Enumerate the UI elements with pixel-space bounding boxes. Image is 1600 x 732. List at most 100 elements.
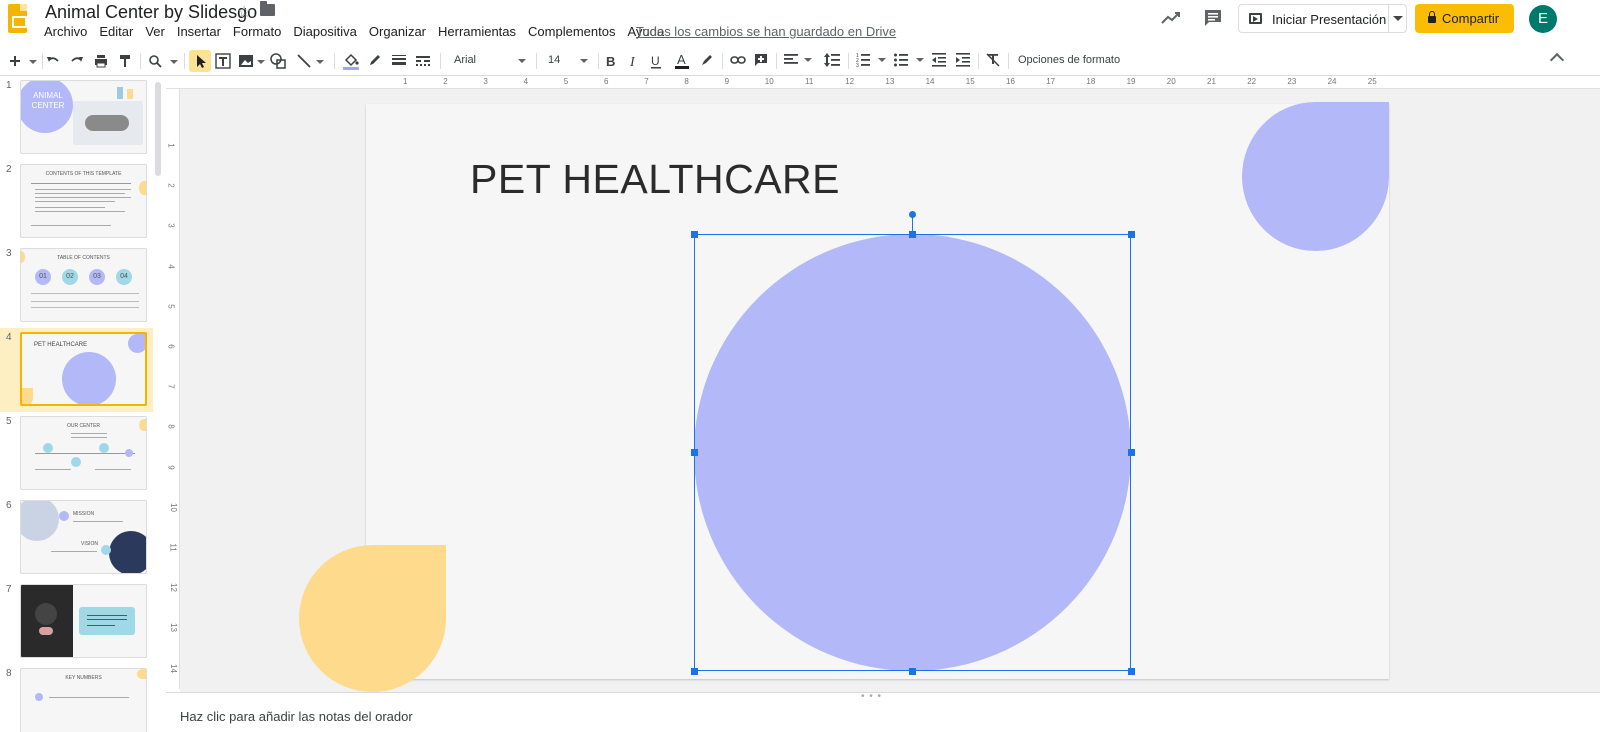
- menu-diapositiva[interactable]: Diapositiva: [293, 24, 357, 39]
- save-status-link[interactable]: Todos los cambios se han guardado en Dri…: [636, 24, 896, 39]
- highlight-icon[interactable]: [700, 53, 714, 67]
- present-dropdown-button[interactable]: [1388, 5, 1406, 32]
- redo-icon[interactable]: [70, 54, 84, 68]
- folder-icon[interactable]: [260, 1, 275, 16]
- slide-editor[interactable]: PET HEALTHCARE: [299, 102, 1389, 692]
- undo-icon[interactable]: [46, 54, 60, 68]
- yellow-drop-shape[interactable]: [299, 545, 446, 692]
- increase-indent-icon[interactable]: [956, 53, 970, 67]
- avatar[interactable]: E: [1529, 5, 1557, 33]
- speaker-notes-panel[interactable]: • • • Haz clic para añadir las notas del…: [166, 691, 1600, 732]
- rotate-handle[interactable]: [909, 211, 916, 218]
- speaker-notes-placeholder[interactable]: Haz clic para añadir las notas del orado…: [180, 709, 413, 724]
- print-icon[interactable]: [94, 54, 108, 68]
- svg-text:3: 3: [856, 63, 859, 67]
- menu-formato[interactable]: Formato: [233, 24, 281, 39]
- bold-icon[interactable]: B: [605, 54, 617, 68]
- thumbnail-title: PET HEALTHCARE: [34, 342, 88, 348]
- font-size-select[interactable]: 14: [540, 51, 592, 71]
- vertical-ruler[interactable]: 1 2 3 4 5 6 7 8 9 10 11 12 13 14: [166, 89, 180, 689]
- format-options-button[interactable]: Opciones de formato: [1018, 54, 1120, 66]
- share-button[interactable]: Compartir: [1415, 4, 1514, 33]
- menu-herramientas[interactable]: Herramientas: [438, 24, 516, 39]
- resize-handle-ne[interactable]: [1128, 231, 1135, 238]
- shape-icon[interactable]: [270, 53, 286, 69]
- comment-icon[interactable]: [1203, 9, 1223, 27]
- svg-text:B: B: [606, 54, 615, 68]
- resize-handle-nw[interactable]: [691, 231, 698, 238]
- border-dash-icon[interactable]: [416, 54, 430, 66]
- document-title[interactable]: Animal Center by Slidesgo: [45, 2, 257, 23]
- present-button[interactable]: Iniciar Presentación: [1238, 4, 1407, 33]
- notes-resize-handle[interactable]: • • •: [861, 691, 882, 702]
- menu-insertar[interactable]: Insertar: [177, 24, 221, 39]
- svg-text:U: U: [651, 54, 660, 68]
- line-spacing-icon[interactable]: [824, 53, 840, 67]
- ruler-tick-label: 24: [1327, 77, 1337, 86]
- toolbar-divider: [536, 53, 537, 69]
- slide-thumbnail-8[interactable]: 8 KEY NUMBERS: [0, 664, 153, 732]
- menu-ver[interactable]: Ver: [145, 24, 165, 39]
- slides-logo-icon[interactable]: [8, 4, 27, 33]
- menu-complementos[interactable]: Complementos: [528, 24, 615, 39]
- thumbnail-preview: CONTENTS OF THIS TEMPLATE: [20, 164, 147, 238]
- font-family-select[interactable]: Arial: [446, 51, 532, 71]
- slide-number: 2: [6, 164, 12, 175]
- new-slide-icon[interactable]: [8, 54, 38, 68]
- bulleted-list-icon[interactable]: [894, 53, 926, 67]
- menu-organizar[interactable]: Organizar: [369, 24, 426, 39]
- ruler-tick-label: 8: [684, 77, 689, 86]
- numbered-list-icon[interactable]: 123: [856, 53, 888, 67]
- italic-icon[interactable]: I: [628, 54, 640, 68]
- menu-bar: Archivo Editar Ver Insertar Formato Diap…: [44, 24, 676, 39]
- slide-thumbnail-5[interactable]: 5 OUR CENTER: [0, 412, 153, 496]
- decrease-indent-icon[interactable]: [932, 53, 946, 67]
- ruler-tick-label: 11: [168, 543, 178, 552]
- image-icon[interactable]: [238, 53, 266, 69]
- present-label: Iniciar Presentación: [1272, 12, 1387, 27]
- toolbar-divider: [334, 53, 335, 69]
- clear-formatting-icon[interactable]: [986, 53, 1000, 67]
- resize-handle-w[interactable]: [691, 449, 698, 456]
- resize-handle-n[interactable]: [909, 231, 916, 238]
- menu-archivo[interactable]: Archivo: [44, 24, 87, 39]
- slide-thumbnail-3[interactable]: 3 TABLE OF CONTENTS 01 02 03 04: [0, 244, 153, 328]
- border-weight-icon[interactable]: [392, 54, 406, 66]
- purple-drop-shape[interactable]: [1242, 102, 1389, 251]
- slide-number: 8: [6, 668, 12, 679]
- slide-title[interactable]: PET HEALTHCARE: [470, 156, 840, 203]
- text-color-icon[interactable]: A: [674, 52, 690, 70]
- resize-handle-s[interactable]: [909, 668, 916, 675]
- line-icon[interactable]: [296, 53, 328, 69]
- ruler-tick-label: 16: [1006, 77, 1015, 86]
- zoom-icon[interactable]: [148, 54, 180, 68]
- slide-thumbnail-1[interactable]: 1 ANIMAL CENTER: [0, 76, 153, 160]
- border-color-icon[interactable]: [368, 53, 382, 67]
- resize-handle-se[interactable]: [1128, 668, 1135, 675]
- filmstrip-scrollbar[interactable]: [155, 82, 161, 176]
- text-box-icon[interactable]: [215, 53, 231, 69]
- underline-icon[interactable]: U: [650, 54, 662, 70]
- font-size-value: 14: [548, 54, 561, 66]
- star-icon[interactable]: ☆: [237, 2, 251, 22]
- link-icon[interactable]: [730, 55, 746, 65]
- resize-handle-sw[interactable]: [691, 668, 698, 675]
- collapse-toolbar-icon[interactable]: [1549, 52, 1565, 68]
- resize-handle-e[interactable]: [1128, 449, 1135, 456]
- activity-trend-icon[interactable]: [1160, 9, 1182, 27]
- fill-color-icon[interactable]: [342, 52, 360, 70]
- slide-thumbnail-7[interactable]: 7: [0, 580, 153, 664]
- horizontal-ruler[interactable]: 1 2 3 4 5 6 7 8 9 10 11 12 13 14 15 16 17 18 19 20 21 22 23 24 2…: [166, 76, 1600, 89]
- add-comment-icon[interactable]: [754, 53, 768, 67]
- select-tool-button[interactable]: [189, 50, 211, 72]
- slide-thumbnail-6[interactable]: 6 MISSION VISION: [0, 496, 153, 580]
- toolbar-divider: [776, 53, 777, 69]
- svg-text:I: I: [629, 55, 636, 68]
- font-family-value: Arial: [454, 54, 477, 66]
- align-icon[interactable]: [784, 54, 814, 66]
- slide-thumbnail-4[interactable]: 4 PET HEALTHCARE: [0, 328, 153, 412]
- menu-editar[interactable]: Editar: [99, 24, 133, 39]
- paint-format-icon[interactable]: [118, 54, 132, 68]
- slide-thumbnail-2[interactable]: 2 CONTENTS OF THIS TEMPLATE: [0, 160, 153, 244]
- chevron-down-icon: [580, 59, 588, 63]
